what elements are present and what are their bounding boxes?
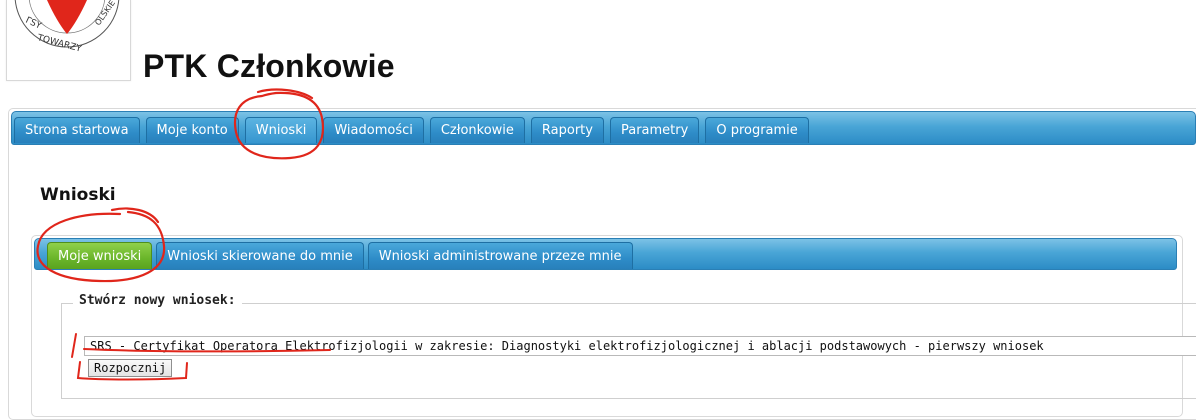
tab-o-programie[interactable]: O programie <box>705 117 809 143</box>
tab-moje-wnioski[interactable]: Moje wnioski <box>47 242 153 269</box>
tab-raporty[interactable]: Raporty <box>530 117 604 143</box>
sub-nav: Moje wnioski Wnioski skierowane do mnie … <box>47 242 633 269</box>
tab-wiadomosci[interactable]: Wiadomości <box>323 117 424 143</box>
fieldset-legend: Stwórz nowy wniosek: <box>73 293 242 308</box>
tab-parametry[interactable]: Parametry <box>609 117 700 143</box>
page-title: Wnioski <box>40 185 116 205</box>
ptk-logo: ΓSY TOWARZY OLSKIE <box>6 0 131 81</box>
tab-strona-startowa[interactable]: Strona startowa <box>14 117 140 143</box>
app-title: PTK Członkowie <box>143 48 395 84</box>
application-type-select[interactable]: SRS - Certyfikat Operatora Elektrofizjol… <box>84 336 1196 356</box>
tab-czlonkowie[interactable]: Członkowie <box>429 117 525 143</box>
svg-text:ΓSY: ΓSY <box>24 16 43 32</box>
start-button[interactable]: Rozpocznij <box>88 359 173 377</box>
main-nav: Strona startowa Moje konto Wnioski Wiado… <box>14 117 809 143</box>
tab-wnioski-administrowane[interactable]: Wnioski administrowane przeze mnie <box>367 242 633 269</box>
tab-wnioski[interactable]: Wnioski <box>244 117 318 143</box>
svg-text:TOWARZY: TOWARZY <box>35 33 83 55</box>
tab-moje-konto[interactable]: Moje konto <box>145 117 239 143</box>
heart-logo-icon: ΓSY TOWARZY OLSKIE <box>14 0 120 55</box>
tab-wnioski-skierowane[interactable]: Wnioski skierowane do mnie <box>156 242 364 269</box>
svg-text:OLSKIE: OLSKIE <box>93 0 117 27</box>
